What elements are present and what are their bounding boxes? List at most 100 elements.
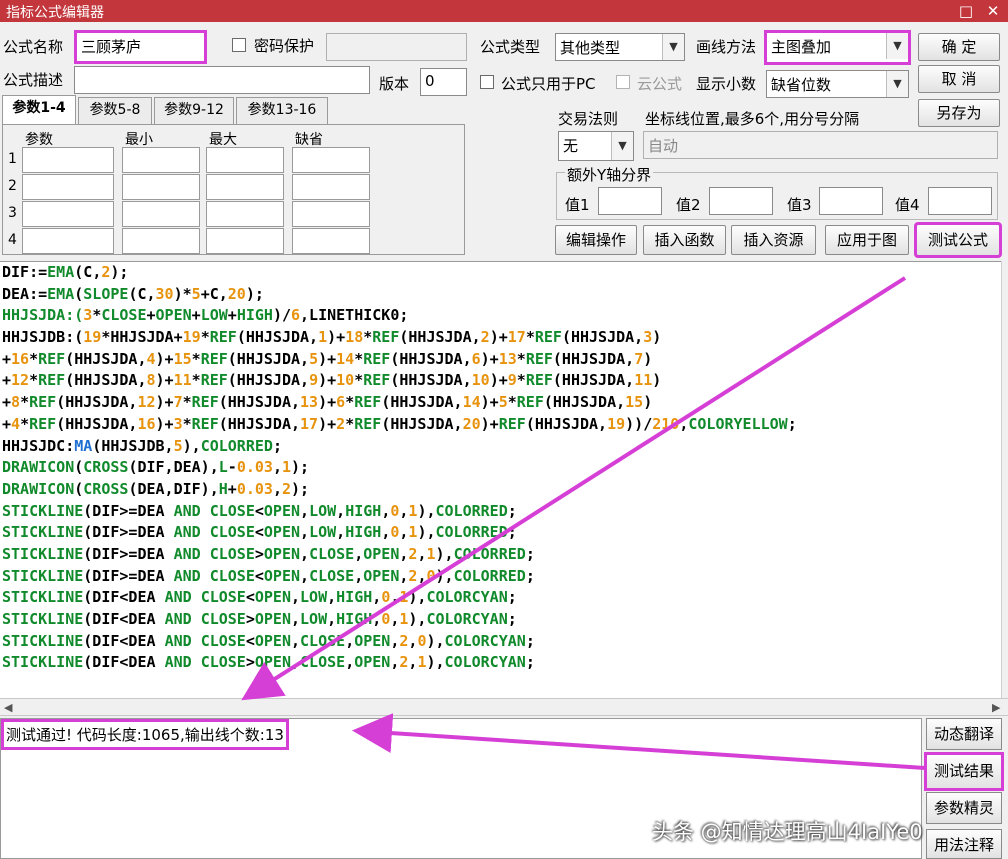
code-token: OPEN <box>263 501 301 520</box>
param-1-default-input[interactable] <box>292 147 370 173</box>
insert-function-button[interactable]: 插入函数 <box>643 225 726 255</box>
code-token: HIGH <box>336 588 373 607</box>
code-token: , <box>300 544 310 563</box>
param-1-max-input[interactable] <box>206 147 284 173</box>
code-token: 20 <box>462 414 481 433</box>
code-token: + <box>200 284 210 303</box>
horizontal-scrollbar[interactable]: ◀ ▶ <box>0 698 1008 716</box>
code-token: 0 <box>381 588 391 607</box>
apply-to-chart-button[interactable]: 应用于图 <box>825 225 909 255</box>
tab-params-13-16[interactable]: 参数13-16 <box>236 97 328 124</box>
code-token: CLOSE <box>300 631 346 650</box>
cloud-checkbox[interactable] <box>616 75 630 89</box>
password-checkbox[interactable] <box>232 38 246 52</box>
code-token: 6 <box>291 306 301 325</box>
code-token: ), <box>182 436 201 455</box>
code-token: ; <box>507 610 517 628</box>
param-row-label: 3 <box>8 205 17 221</box>
password-input[interactable] <box>326 33 467 61</box>
value4-label: 值4 <box>895 196 920 214</box>
param-4-default-input[interactable] <box>292 228 370 254</box>
param-2-name-input[interactable] <box>22 174 114 200</box>
value3-input[interactable] <box>819 187 883 215</box>
param-4-min-input[interactable] <box>122 228 200 254</box>
param-wizard-button[interactable]: 参数精灵 <box>926 792 1002 824</box>
param-3-default-input[interactable] <box>292 201 370 227</box>
coord-input[interactable]: 自动 <box>643 131 998 159</box>
code-token: (DIF>=DEA <box>83 501 174 520</box>
code-editor[interactable]: DIF:=EMA(C,2); DEA:=EMA(SLOPE(C,30)*5+C,2… <box>0 261 1001 698</box>
code-token: ), <box>435 566 454 585</box>
dynamic-translate-button[interactable]: 动态翻译 <box>926 718 1002 750</box>
tab-params-9-12[interactable]: 参数9-12 <box>154 97 234 124</box>
ok-button[interactable]: 确 定 <box>918 33 1000 61</box>
code-token: STICKLINE <box>2 544 84 563</box>
code-token: (HHJSJDA, <box>227 349 310 368</box>
param-3-name-input[interactable] <box>22 201 114 227</box>
formula-desc-input[interactable] <box>74 66 370 94</box>
tab-params-1-4[interactable]: 参数1-4 <box>2 95 76 124</box>
param-3-min-input[interactable] <box>122 201 200 227</box>
code-token: COLORCYAN <box>444 631 526 650</box>
formula-type-select[interactable]: 其他类型 ▼ <box>555 33 685 61</box>
value2-input[interactable] <box>709 187 773 215</box>
code-token: )+ <box>480 393 499 412</box>
code-token: DIF:= <box>2 263 48 281</box>
code-token: )+ <box>327 328 346 347</box>
test-result-button[interactable]: 测试结果 <box>924 752 1004 791</box>
close-icon[interactable]: ✕ <box>982 1 1004 21</box>
code-token: (DIF<DEA <box>83 588 165 607</box>
param-4-name-input[interactable] <box>22 228 114 254</box>
param-2-default-input[interactable] <box>292 174 370 200</box>
code-token: (DEA,DIF), <box>128 479 219 498</box>
trade-rule-select[interactable]: 无 ▼ <box>558 131 634 161</box>
insert-resource-button[interactable]: 插入资源 <box>731 225 816 255</box>
scroll-left-icon[interactable]: ◀ <box>4 701 12 714</box>
usage-notes-button[interactable]: 用法注释 <box>926 829 1002 859</box>
code-token: ), <box>408 610 427 628</box>
param-2-max-input[interactable] <box>206 174 284 200</box>
test-formula-button[interactable]: 测试公式 <box>914 222 1002 258</box>
code-token: 9 <box>507 371 517 390</box>
edit-operation-button[interactable]: 编辑操作 <box>555 225 637 255</box>
code-token: ( <box>74 458 84 477</box>
code-token: COLORRED <box>435 523 508 542</box>
code-token: 5 <box>498 393 508 412</box>
pc-only-checkbox[interactable] <box>480 75 494 89</box>
scroll-right-icon[interactable]: ▶ <box>992 701 1000 714</box>
value4-input[interactable] <box>928 187 992 215</box>
code-token: > <box>245 653 255 672</box>
decimal-select[interactable]: 缺省位数 ▼ <box>766 70 909 98</box>
title-bar: 指标公式编辑器 □ ✕ <box>0 0 1008 22</box>
param-1-name-input[interactable] <box>22 147 114 173</box>
param-2-min-input[interactable] <box>122 174 200 200</box>
vertical-scrollbar[interactable] <box>1001 261 1008 698</box>
param-3-max-input[interactable] <box>206 201 284 227</box>
code-token: 1 <box>318 328 328 347</box>
draw-method-select[interactable]: 主图叠加 ▼ <box>764 30 911 65</box>
code-token: 13 <box>300 393 319 412</box>
code-token: (DIF<DEA <box>83 631 165 650</box>
code-token: CLOSE <box>300 653 346 672</box>
version-input[interactable]: 0 <box>420 68 467 96</box>
code-token: )+ <box>480 414 499 433</box>
cancel-button[interactable]: 取 消 <box>918 65 1000 93</box>
trade-rule-value: 无 <box>563 137 579 155</box>
code-token: , <box>336 523 346 542</box>
save-as-button[interactable]: 另存为 <box>918 99 1000 127</box>
tab-params-5-8[interactable]: 参数5-8 <box>78 97 152 124</box>
value1-input[interactable] <box>598 187 662 215</box>
param-col-default: 缺省 <box>295 132 323 148</box>
restore-icon[interactable]: □ <box>955 1 977 21</box>
param-4-max-input[interactable] <box>206 228 284 254</box>
code-token: COLORCYAN <box>444 653 526 672</box>
param-1-min-input[interactable] <box>122 147 200 173</box>
formula-name-input[interactable]: 三顾茅庐 <box>74 30 207 64</box>
code-token: (HHJSJDA, <box>227 371 310 390</box>
code-token: 3 <box>83 306 93 325</box>
decimal-value: 缺省位数 <box>771 76 832 94</box>
code-token: REF <box>191 414 219 433</box>
